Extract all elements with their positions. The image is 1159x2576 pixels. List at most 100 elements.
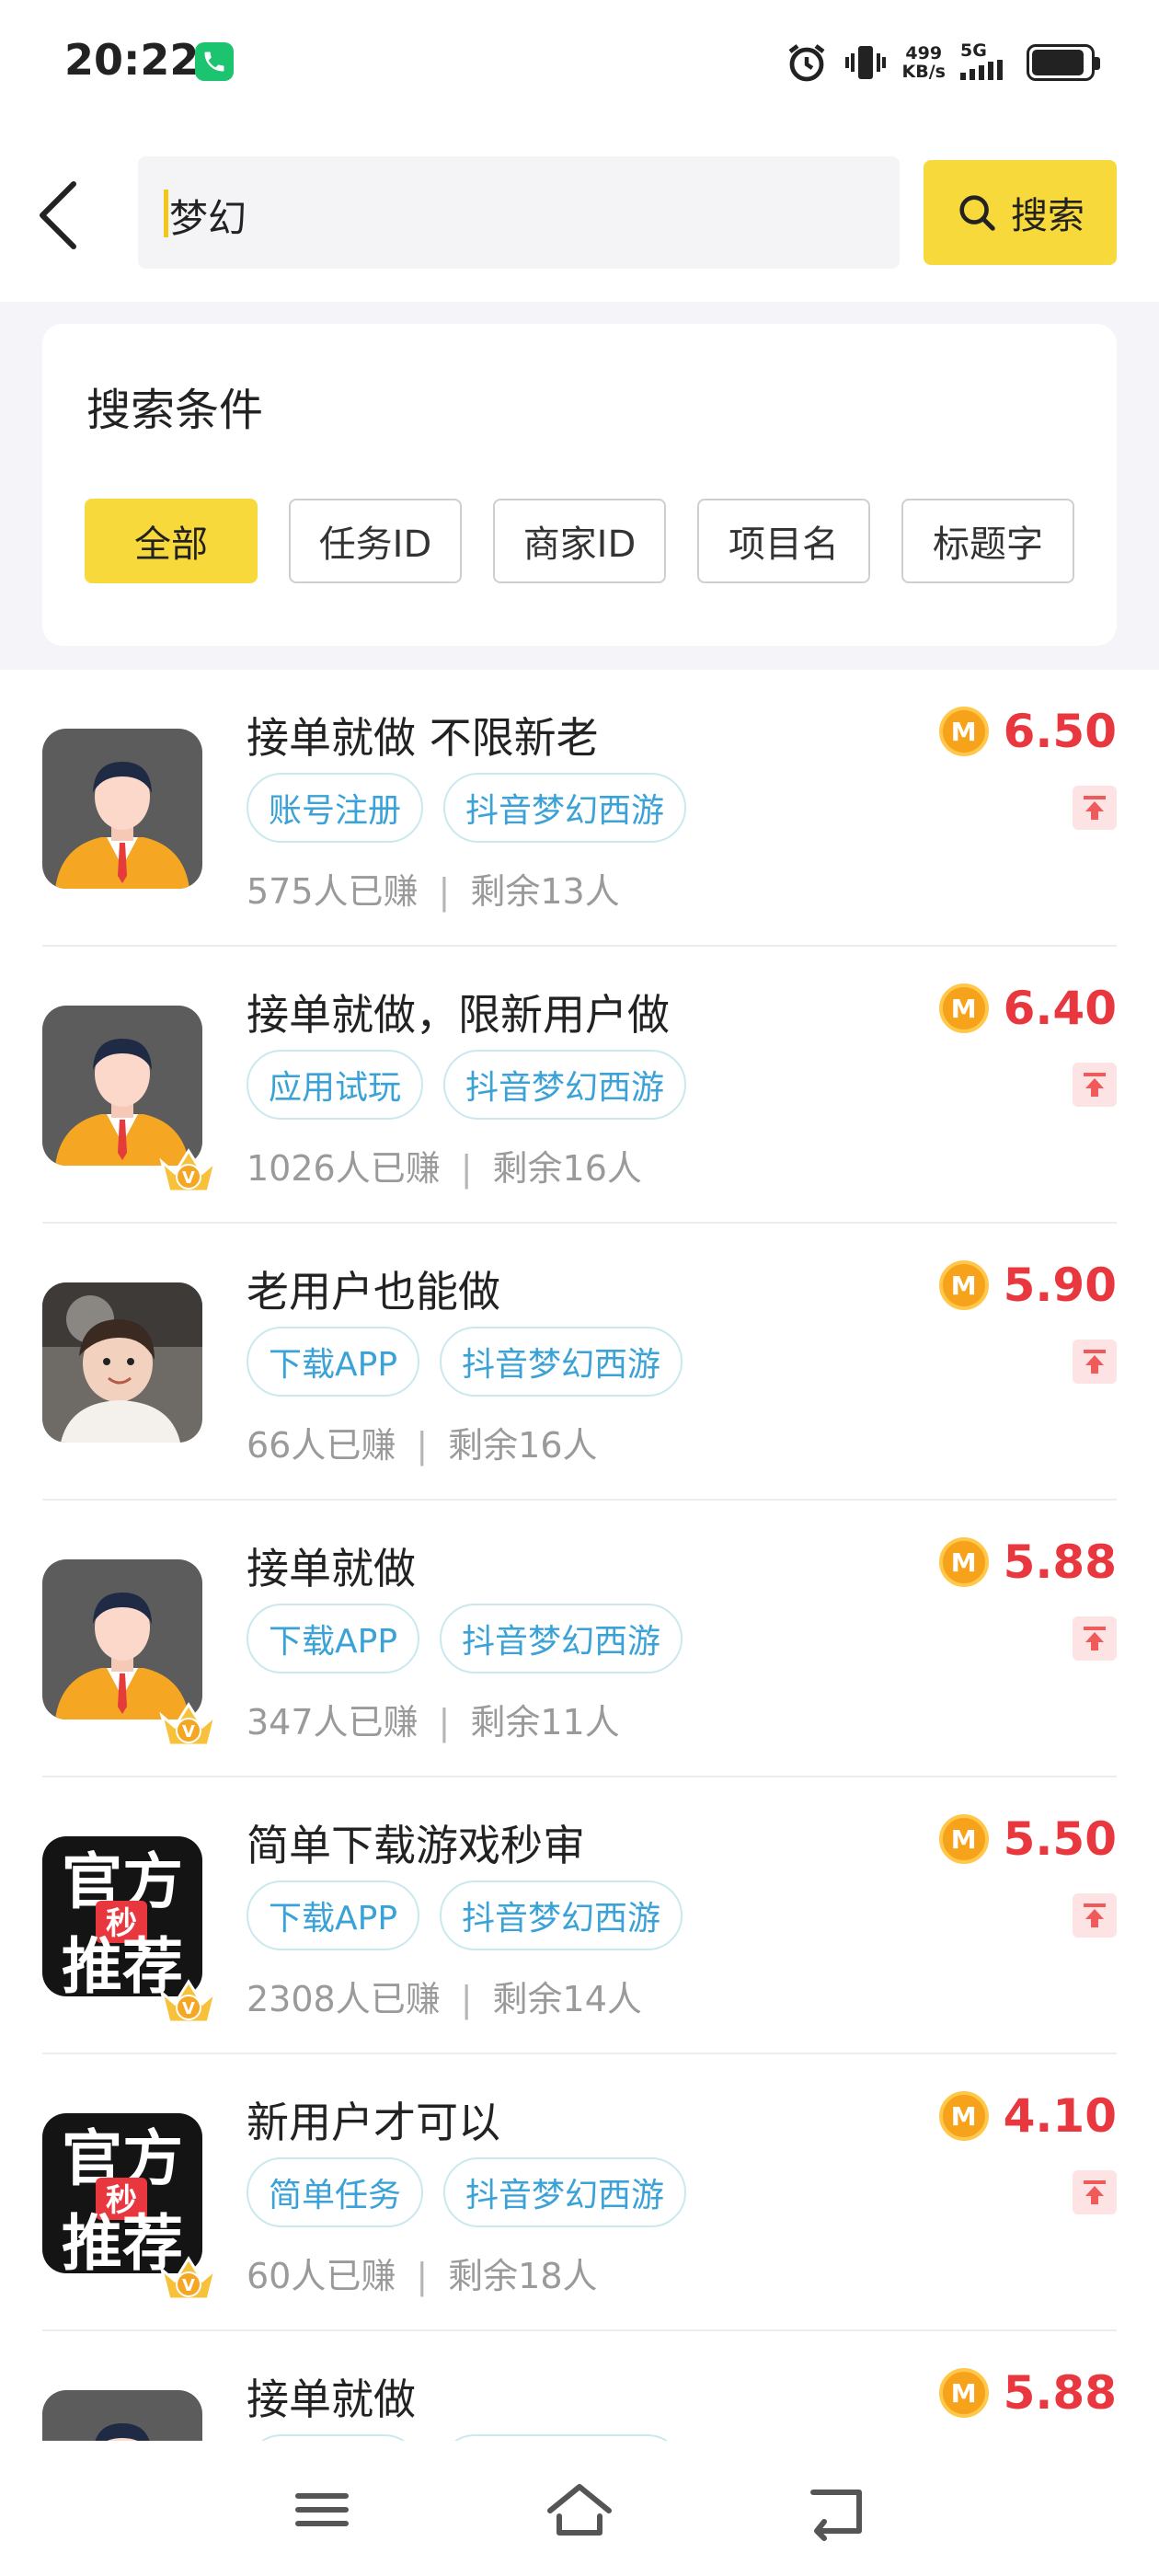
stats-separator: | (416, 1425, 429, 1466)
task-tag: 下载APP (247, 1327, 420, 1397)
reward-amount: 4.10 (1003, 2089, 1117, 2143)
search-query: 梦幻 (169, 196, 247, 241)
search-criteria-card: 搜索条件 全部 任务ID 商家ID 项目名 标题字 (42, 324, 1117, 646)
task-title: 简单下载游戏秒审 (247, 1821, 585, 1870)
pin-top-icon[interactable] (1073, 1063, 1117, 1107)
task-tag: 抖音梦幻西游 (440, 1604, 683, 1673)
man-avatar (42, 729, 202, 889)
coin-icon: M (938, 1260, 989, 1310)
verified-badge-icon: V (158, 1976, 219, 2028)
status-bar: 20:22 499 KB/s 5G (0, 0, 1159, 129)
task-reward: M 6.40 (938, 982, 1117, 1035)
verified-badge-icon: V (158, 1699, 219, 1751)
earned-count: 60人已赚 (247, 2256, 396, 2296)
task-title: 新用户才可以 (247, 2098, 500, 2147)
criteria-option-merchant-id[interactable]: 商家ID (493, 499, 666, 583)
task-item[interactable]: 官方秒推荐 V 新用户才可以 简单任务 抖音梦幻西游 60人已赚 | 剩余18人 M 4.10 (0, 2054, 1159, 2331)
signal-icon (960, 60, 1003, 80)
task-tags: 下载APP 抖音梦幻西游 (247, 2434, 683, 2441)
battery-icon (1027, 44, 1100, 81)
task-tag: 账号注册 (247, 773, 424, 843)
pin-top-icon[interactable] (1073, 1616, 1117, 1661)
net-speed: 499 KB/s (901, 43, 946, 82)
coin-icon: M (938, 1814, 989, 1864)
task-item[interactable]: 接单就做 不限新老 账号注册 抖音梦幻西游 575人已赚 | 剩余13人 M 6.50 (0, 670, 1159, 947)
stats-separator: | (460, 1979, 473, 2019)
man-avatar (42, 2390, 202, 2441)
task-item[interactable]: 官方秒推荐 V 简单下载游戏秒审 下载APP 抖音梦幻西游 2308人已赚 | 剩余14人 M 5… (0, 1777, 1159, 2054)
coin-icon: M (938, 1537, 989, 1587)
task-tags: 下载APP 抖音梦幻西游 (247, 1604, 683, 1673)
criteria-option-project-name[interactable]: 项目名 (697, 499, 870, 583)
search-input[interactable]: 梦幻 (138, 156, 900, 269)
task-tags: 应用试玩 抖音梦幻西游 (247, 1050, 687, 1120)
remaining-count: 剩余11人 (470, 1702, 620, 1742)
task-reward: M 5.50 (938, 1812, 1117, 1866)
menu-icon[interactable] (285, 2478, 359, 2542)
task-tag: 下载APP (247, 2434, 420, 2441)
task-stats: 66人已赚 | 剩余16人 (247, 1417, 598, 1467)
man-avatar (42, 1559, 202, 1719)
task-tag: 下载APP (247, 1880, 420, 1950)
task-tag: 下载APP (247, 1604, 420, 1673)
search-button-label: 搜索 (1011, 195, 1084, 237)
status-time: 20:22 (64, 35, 200, 85)
criteria-options: 全部 任务ID 商家ID 项目名 标题字 (85, 499, 1074, 583)
pin-top-icon[interactable] (1073, 786, 1117, 830)
system-nav-bar (0, 2441, 1159, 2576)
criteria-option-task-id[interactable]: 任务ID (289, 499, 462, 583)
search-icon (959, 195, 995, 231)
official-avatar: 官方秒推荐 (42, 1836, 202, 1996)
svg-text:V: V (182, 2276, 195, 2295)
task-title: 接单就做，限新用户做 (247, 990, 670, 1040)
task-item[interactable]: V 接单就做 下载APP 抖音梦幻西游 347人已赚 | 剩余11人 M 5.88 (0, 1501, 1159, 1777)
pin-top-icon[interactable] (1073, 1893, 1117, 1938)
home-icon[interactable] (543, 2478, 616, 2542)
coin-icon: M (938, 983, 989, 1033)
earned-count: 575人已赚 (247, 871, 419, 912)
pin-top-icon[interactable] (1073, 2170, 1117, 2214)
stats-separator: | (438, 871, 451, 912)
stats-separator: | (460, 1148, 473, 1189)
pin-top-icon[interactable] (1073, 1340, 1117, 1384)
man-avatar (42, 1006, 202, 1166)
status-icons: 499 KB/s 5G (785, 37, 1100, 88)
task-tag: 抖音梦幻西游 (440, 1327, 683, 1397)
task-title: 接单就做 不限新老 (247, 713, 599, 763)
task-reward: M 5.88 (938, 2366, 1117, 2420)
task-title: 老用户也能做 (247, 1267, 500, 1317)
back-icon[interactable] (800, 2478, 874, 2542)
reward-amount: 5.50 (1003, 1812, 1117, 1866)
earned-count: 2308人已赚 (247, 1979, 441, 2019)
task-tags: 账号注册 抖音梦幻西游 (247, 773, 687, 843)
task-reward: M 4.10 (938, 2089, 1117, 2143)
search-header: 梦幻 搜索 (0, 129, 1159, 302)
task-item[interactable]: V 接单就做，限新用户做 应用试玩 抖音梦幻西游 1026人已赚 | 剩余16人 M 6.40 (0, 947, 1159, 1224)
verified-badge-icon: V (158, 1145, 219, 1197)
svg-text:V: V (182, 1722, 195, 1742)
svg-text:V: V (182, 1999, 195, 2018)
criteria-option-title-keyword[interactable]: 标题字 (901, 499, 1074, 583)
remaining-count: 剩余16人 (448, 1425, 598, 1466)
back-arrow-icon[interactable] (33, 177, 88, 254)
reward-amount: 6.40 (1003, 982, 1117, 1035)
task-list: 接单就做 不限新老 账号注册 抖音梦幻西游 575人已赚 | 剩余13人 M 6.50 V 接单就… (0, 670, 1159, 2441)
search-button[interactable]: 搜索 (924, 160, 1117, 265)
coin-icon: M (938, 2091, 989, 2141)
criteria-option-all[interactable]: 全部 (85, 499, 258, 583)
task-tags: 下载APP 抖音梦幻西游 (247, 1327, 683, 1397)
stats-separator: | (416, 2256, 429, 2296)
criteria-title: 搜索条件 (86, 385, 264, 436)
reward-amount: 5.90 (1003, 1259, 1117, 1312)
task-title: 接单就做 (247, 1544, 416, 1593)
coin-icon: M (938, 2368, 989, 2418)
task-item[interactable]: 老用户也能做下载APP 抖音梦幻西游 66人已赚 | 剩余16人 M 5.90 (0, 1224, 1159, 1501)
remaining-count: 剩余16人 (492, 1148, 642, 1189)
official-avatar: 官方秒推荐 (42, 2113, 202, 2273)
reward-amount: 5.88 (1003, 2366, 1117, 2420)
earned-count: 66人已赚 (247, 1425, 396, 1466)
svg-text:V: V (182, 1168, 195, 1188)
task-reward: M 5.90 (938, 1259, 1117, 1312)
task-item[interactable]: 接单就做下载APP 抖音梦幻西游 M 5.88 (0, 2331, 1159, 2441)
remaining-count: 剩余18人 (448, 2256, 598, 2296)
